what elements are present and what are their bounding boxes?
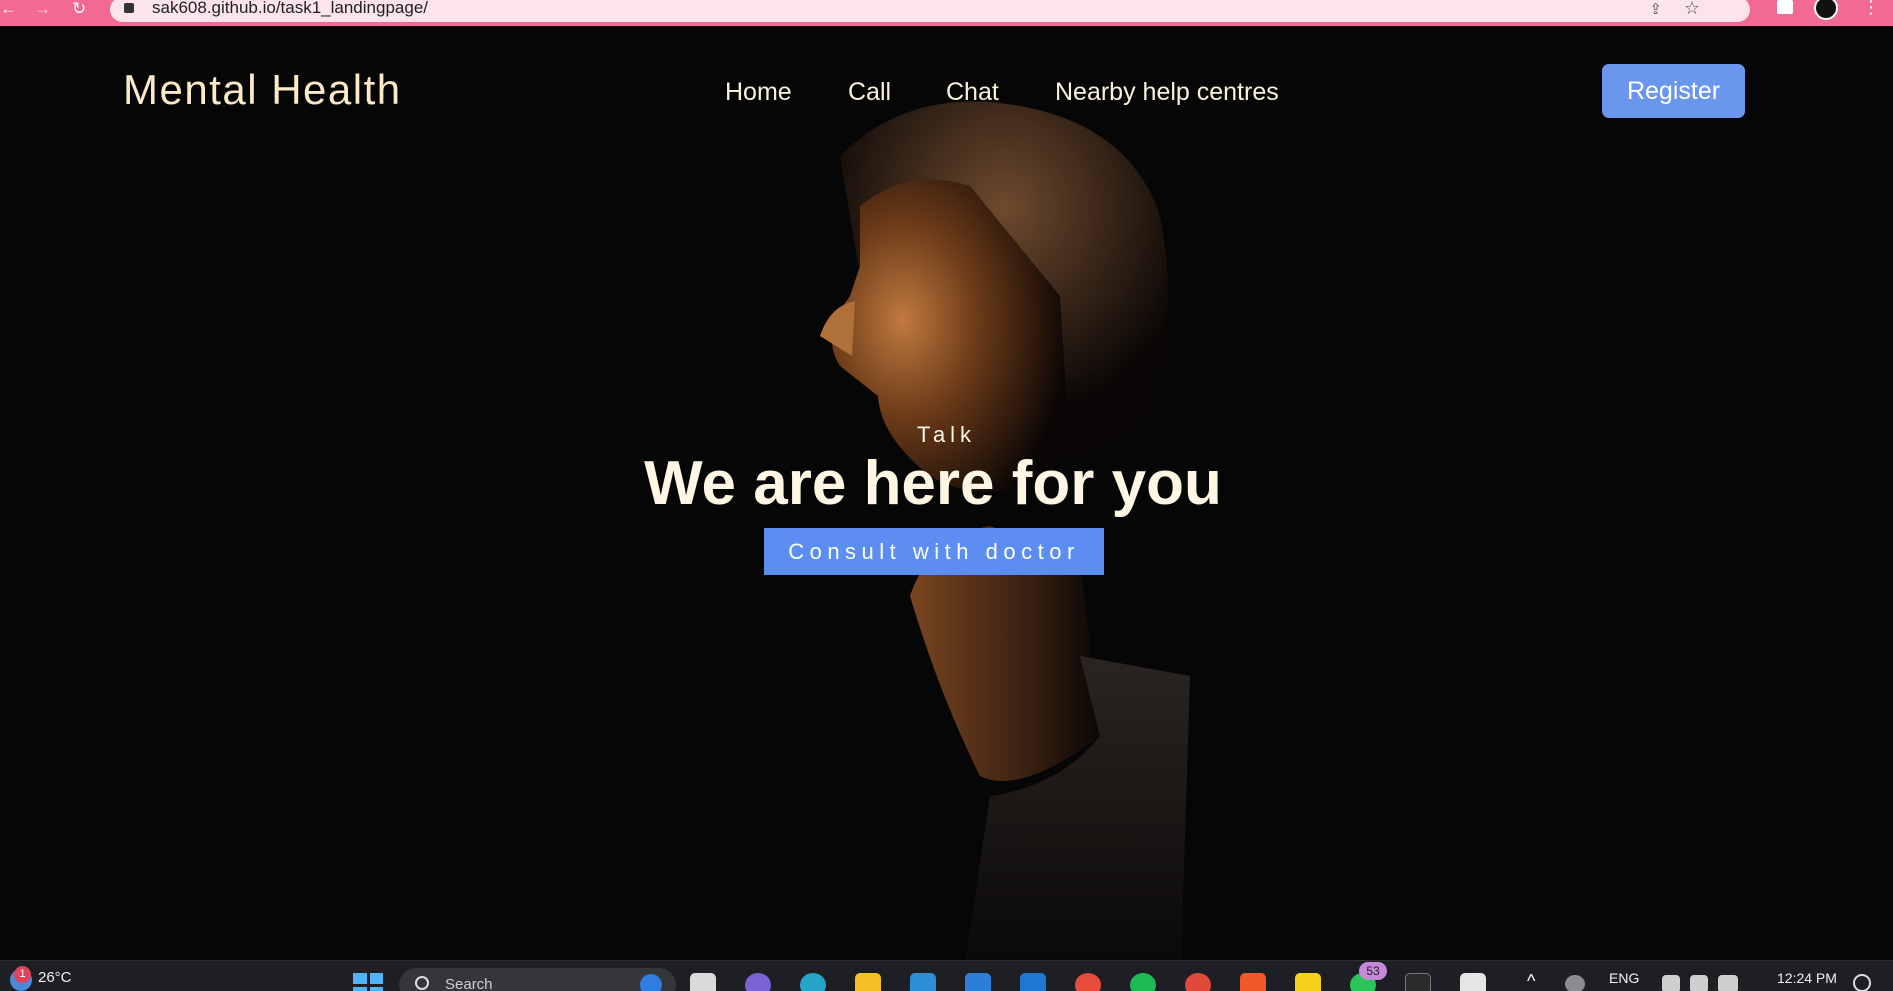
volume-icon[interactable] [1690, 975, 1708, 991]
nav-chat[interactable]: Chat [946, 78, 999, 107]
clock-time[interactable]: 12:24 PM [1777, 970, 1837, 986]
hero-eyebrow: Talk [916, 422, 977, 447]
bing-icon[interactable] [640, 974, 662, 991]
app-icon[interactable] [910, 973, 936, 991]
address-bar[interactable]: sak608.github.io/task1_landingpage/ ⇪ ☆ [110, 0, 1750, 22]
chrome-profile-icon[interactable] [1185, 973, 1211, 991]
search-placeholder: Search [445, 976, 493, 991]
side-panel-icon[interactable] [1777, 0, 1793, 14]
edge-icon[interactable] [800, 973, 826, 991]
nav-call[interactable]: Call [848, 78, 891, 107]
weather-notification-badge: 1 [14, 966, 31, 983]
nav-nearby-help-centres[interactable]: Nearby help centres [1055, 78, 1279, 107]
lock-icon [124, 3, 134, 13]
language-indicator[interactable]: ENG [1609, 970, 1639, 986]
taskbar-search[interactable]: Search [399, 968, 676, 991]
teams-icon[interactable] [745, 973, 771, 991]
landing-page: Mental Health Home Call Chat Nearby help… [0, 26, 1893, 960]
share-icon[interactable]: ⇪ [1649, 0, 1662, 18]
register-button[interactable]: Register [1602, 64, 1745, 118]
windows-start-icon[interactable] [353, 973, 383, 991]
url-text: sak608.github.io/task1_landingpage/ [152, 0, 428, 17]
chrome-icon[interactable] [1075, 973, 1101, 991]
profile-avatar-icon[interactable] [1814, 0, 1838, 20]
temperature-text[interactable]: 26°C [38, 969, 72, 986]
spotify-icon[interactable] [1130, 973, 1156, 991]
wifi-icon[interactable] [1662, 975, 1680, 991]
nav-home[interactable]: Home [725, 78, 792, 107]
sticky-notes-icon[interactable] [1295, 973, 1321, 991]
hero-headline: We are here for you [644, 449, 1222, 518]
site-brand[interactable]: Mental Health [123, 66, 402, 114]
reload-icon[interactable]: ↻ [72, 0, 86, 17]
notification-icon[interactable] [1853, 974, 1871, 991]
search-icon [415, 976, 429, 990]
brave-icon[interactable] [1240, 973, 1266, 991]
task-view-icon[interactable] [690, 973, 716, 991]
browser-toolbar: ← → ↻ sak608.github.io/task1_landingpage… [0, 0, 1893, 26]
file-explorer-icon[interactable] [855, 973, 881, 991]
snipping-tool-icon[interactable] [1460, 973, 1486, 991]
mail-icon[interactable] [965, 973, 991, 991]
taskbar: 1 26°C Search 53 ^ ENG 12:24 PM [0, 960, 1893, 991]
whatsapp-badge: 53 [1359, 962, 1387, 980]
consult-doctor-button[interactable]: Consult with doctor [764, 528, 1104, 575]
battery-icon[interactable] [1718, 975, 1738, 991]
chevron-up-icon[interactable]: ^ [1527, 971, 1535, 991]
back-icon[interactable]: ← [0, 0, 17, 17]
tray-app-icon[interactable] [1565, 975, 1585, 991]
forward-icon[interactable]: → [34, 0, 51, 17]
bookmark-star-icon[interactable]: ☆ [1684, 0, 1700, 19]
vscode-icon[interactable] [1020, 973, 1046, 991]
terminal-icon[interactable] [1405, 973, 1431, 991]
browser-menu-icon[interactable]: ⋮ [1862, 0, 1880, 16]
